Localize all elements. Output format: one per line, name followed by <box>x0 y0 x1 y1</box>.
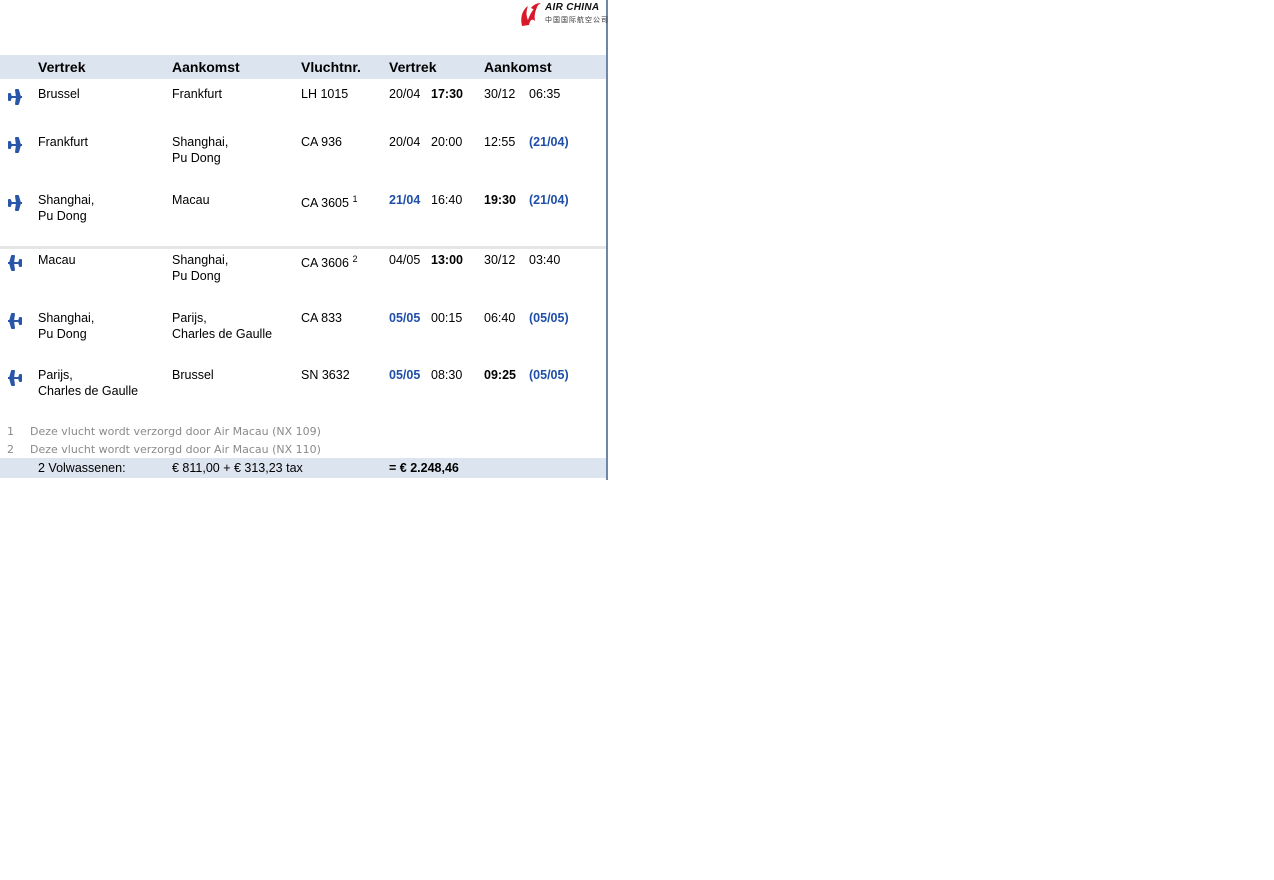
departure-city: Frankfurt <box>38 135 89 149</box>
outbound-return-divider <box>0 246 606 249</box>
arrival-time: 19:30 <box>484 193 516 207</box>
table-header: Vertrek Aankomst Vluchtnr. Vertrek Aanko… <box>0 55 606 79</box>
departure-date: 05/05 <box>389 368 421 382</box>
header-arrival-time: Aankomst <box>484 59 552 75</box>
departure-city: Brussel <box>38 87 80 101</box>
flight-number: CA 3605 1 <box>301 194 358 211</box>
departure-time: 17:30 <box>431 87 463 101</box>
departure-airport: Charles de Gaulle <box>38 383 139 398</box>
arrival-city: Frankfurt <box>172 87 223 101</box>
arrival-date: (21/04) <box>529 135 569 149</box>
arrival-city: Shanghai, <box>172 253 229 267</box>
arrival-airport: Pu Dong <box>172 268 221 283</box>
arrival-airport: Pu Dong <box>172 150 221 165</box>
departure-date: 20/04 <box>389 87 421 101</box>
departure-city: Parijs, <box>38 368 73 382</box>
departure-airport: Pu Dong <box>38 326 87 341</box>
logo-chinese-name: 中国国际航空公司 <box>545 17 609 24</box>
arrival-date: 30/12 <box>484 253 516 267</box>
departure-date: 04/05 <box>389 253 421 267</box>
total-price: = € 2.248,46 <box>389 461 459 475</box>
footnote-ref: 1 <box>352 194 358 204</box>
header-vertrek: Vertrek <box>38 59 86 75</box>
logo-name: AIR CHINA <box>545 2 600 13</box>
footnote-ref: 2 <box>352 254 358 264</box>
return-plane-icon <box>8 313 22 329</box>
flight-number: CA 833 <box>301 311 343 325</box>
price-total-row: 2 Volwassenen: € 811,00 + € 313,23 tax =… <box>0 458 606 478</box>
air-china-logo: AIR CHINA 中国国际航空公司 <box>516 1 608 29</box>
flight-number: SN 3632 <box>301 368 350 382</box>
flight-number: CA 3606 2 <box>301 254 358 271</box>
arrival-date: (21/04) <box>529 193 569 207</box>
departure-time: 13:00 <box>431 253 463 267</box>
departure-date: 20/04 <box>389 135 421 149</box>
departure-airport: Pu Dong <box>38 208 87 223</box>
departure-city: Macau <box>38 253 76 267</box>
header-aankomst: Aankomst <box>172 59 240 75</box>
departure-time: 20:00 <box>431 135 463 149</box>
outbound-plane-icon <box>8 195 22 211</box>
departure-time: 16:40 <box>431 193 463 207</box>
footnote-number: 1 <box>7 425 14 438</box>
arrival-city: Brussel <box>172 368 214 382</box>
arrival-time: 06:40 <box>484 311 516 325</box>
arrival-city: Parijs, <box>172 311 207 325</box>
departure-date: 21/04 <box>389 193 421 207</box>
flight-number: LH 1015 <box>301 87 349 101</box>
arrival-date: (05/05) <box>529 311 569 325</box>
arrival-city: Shanghai, <box>172 135 229 149</box>
departure-city: Shanghai, <box>38 311 95 325</box>
price-breakdown: € 811,00 + € 313,23 tax <box>172 461 303 475</box>
departure-time: 08:30 <box>431 368 463 382</box>
departure-time: 00:15 <box>431 311 463 325</box>
passenger-count: 2 Volwassenen: <box>38 461 126 475</box>
itinerary-panel: AIR CHINA 中国国际航空公司 Vertrek Aankomst Vluc… <box>0 0 608 480</box>
departure-date: 05/05 <box>389 311 421 325</box>
arrival-airport: Charles de Gaulle <box>172 326 273 341</box>
flight-number: CA 936 <box>301 135 343 149</box>
header-departure-time: Vertrek <box>389 59 437 75</box>
footnote-text: Deze vlucht wordt verzorgd door Air Maca… <box>30 425 321 438</box>
phoenix-logo-icon <box>521 3 541 26</box>
arrival-time: 06:35 <box>529 87 561 101</box>
arrival-date: (05/05) <box>529 368 569 382</box>
arrival-time: 12:55 <box>484 135 516 149</box>
outbound-plane-icon <box>8 89 22 105</box>
outbound-plane-icon <box>8 137 22 153</box>
arrival-time: 09:25 <box>484 368 516 382</box>
footnote-number: 2 <box>7 443 14 456</box>
arrival-date: 30/12 <box>484 87 516 101</box>
return-plane-icon <box>8 255 22 271</box>
arrival-time: 03:40 <box>529 253 561 267</box>
departure-city: Shanghai, <box>38 193 95 207</box>
arrival-city: Macau <box>172 193 210 207</box>
footnote-text: Deze vlucht wordt verzorgd door Air Maca… <box>30 443 321 456</box>
header-vluchtnr: Vluchtnr. <box>301 59 361 75</box>
return-plane-icon <box>8 370 22 386</box>
